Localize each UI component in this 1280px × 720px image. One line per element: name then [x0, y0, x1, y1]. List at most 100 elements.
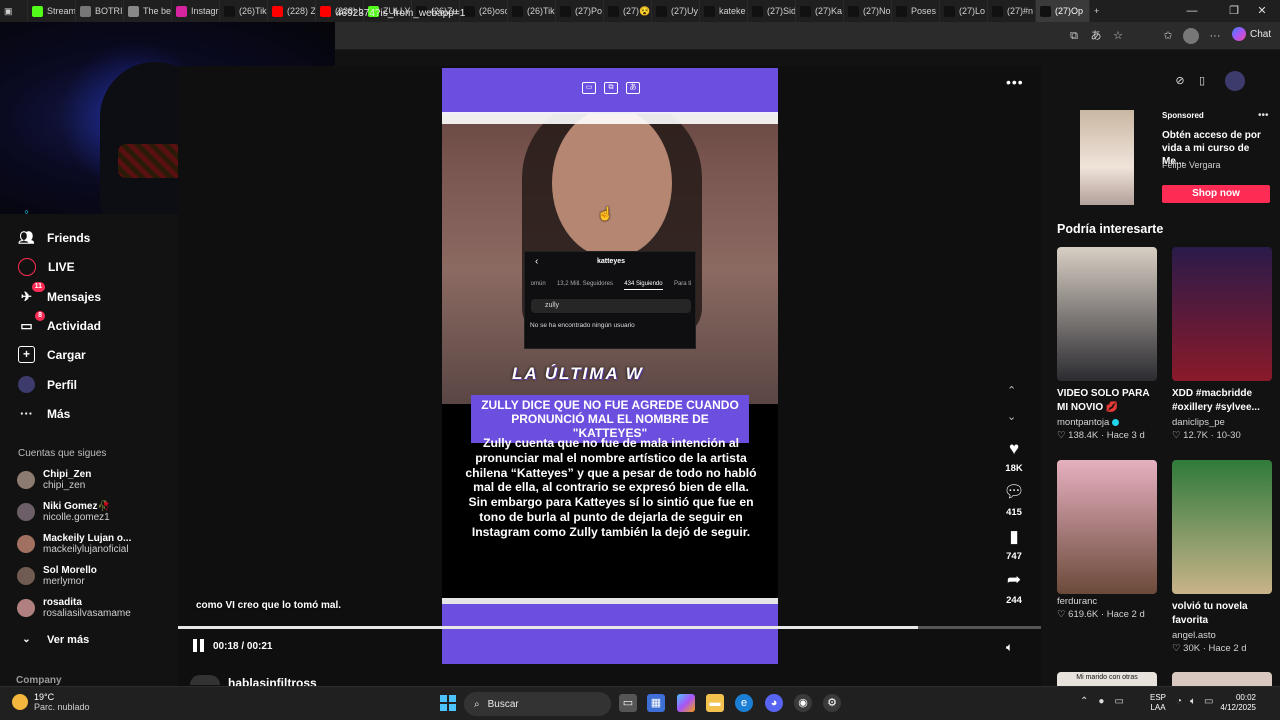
nav-item-activity[interactable]: ▭ 8 Actividad: [18, 311, 101, 334]
bookmark-icon[interactable]: ▮: [1003, 527, 1025, 547]
partial-card-thumb[interactable]: Mi marido con otras: [1057, 672, 1157, 686]
card-author[interactable]: montpantoja: [1057, 417, 1157, 428]
copilot-app-icon[interactable]: [677, 694, 695, 712]
user-avatar[interactable]: [1225, 71, 1245, 91]
start-button[interactable]: [440, 695, 456, 711]
ad-author[interactable]: Felipe Vergara: [1162, 160, 1221, 170]
browser-tab[interactable]: Stream: [28, 0, 76, 22]
ad-thumbnail[interactable]: [1080, 110, 1134, 205]
language-indicator[interactable]: ESP LAA: [1150, 693, 1166, 713]
browser-tab[interactable]: (27)Uy: [652, 0, 700, 22]
next-video-arrow[interactable]: ⌄: [1007, 410, 1016, 423]
card-thumbnail[interactable]: [1172, 247, 1272, 381]
more-options-icon[interactable]: •••: [1006, 74, 1024, 90]
clock[interactable]: 00:02 4/12/2025: [1212, 693, 1256, 713]
browser-tab[interactable]: (27)Sid: [748, 0, 796, 22]
mic-icon[interactable]: ●: [1098, 696, 1104, 707]
card-author[interactable]: ferduranc: [1057, 596, 1157, 607]
browser-tab[interactable]: (27)Ka: [796, 0, 844, 22]
browser-tab[interactable]: (27)Op: [1036, 0, 1090, 22]
weather-widget[interactable]: 19°C Parc. nublado: [12, 692, 90, 712]
following-account[interactable]: Niki Gomez🥀 nicolle.gomez1: [17, 501, 110, 523]
browser-tab[interactable]: The be: [124, 0, 172, 22]
file-explorer-icon[interactable]: ▬: [706, 694, 724, 712]
previous-video-arrow[interactable]: ⌃: [1007, 384, 1016, 397]
open-in-app-icon[interactable]: ⧉: [1066, 28, 1082, 44]
obs-icon[interactable]: ◉: [794, 694, 812, 712]
card-meta: ♡ 619.6K · Hace 2 d: [1057, 609, 1157, 620]
compass-icon[interactable]: ⊘: [1172, 73, 1188, 89]
phone-icon[interactable]: ▯: [1194, 73, 1210, 89]
company-link[interactable]: Company: [16, 675, 62, 686]
url-field[interactable]: 4692374?is_from_webapp=1: [336, 8, 465, 19]
pause-button[interactable]: [193, 639, 207, 653]
next-author-avatar[interactable]: [190, 675, 220, 685]
minimize-window-button[interactable]: —: [1170, 0, 1214, 22]
shop-now-button[interactable]: Shop now: [1162, 185, 1270, 203]
following-account[interactable]: Sol Morello merlymor: [17, 565, 97, 587]
browser-tab[interactable]: (26)Tik: [220, 0, 268, 22]
following-account[interactable]: Chipi_Zen chipi_zen: [17, 469, 91, 491]
ad-more-icon[interactable]: •••: [1258, 110, 1269, 121]
profile-avatar-icon[interactable]: [1183, 28, 1199, 44]
following-account[interactable]: rosadita rosaliasilvasamame: [17, 597, 131, 619]
recommendation-card[interactable]: volvió tu novela favorita angel.asto ♡ 30K…: [1172, 460, 1272, 654]
browser-tab[interactable]: (27)😵: [604, 0, 652, 22]
notification-icon[interactable]: ▭: [1114, 696, 1123, 707]
following-account[interactable]: Mackeily Lujan o... mackeilylujanoficial: [17, 533, 131, 555]
comment-icon[interactable]: 💬︎: [1003, 482, 1025, 502]
card-thumbnail[interactable]: [1172, 460, 1272, 594]
store-icon[interactable]: ▦: [647, 694, 665, 712]
browser-window-menu-icon[interactable]: ▣: [0, 0, 28, 22]
recommendation-card[interactable]: VIDEO SOLO PARA MI NOVIO 💋 montpantoja ♡ 1…: [1057, 247, 1157, 441]
share-arrow-icon[interactable]: ➦: [1003, 570, 1025, 590]
tray-status-icons[interactable]: ◔ 🔈︎ ▭: [1176, 696, 1214, 707]
nav-item-live[interactable]: LIVE: [18, 258, 75, 276]
new-tab-button[interactable]: +: [1090, 0, 1114, 22]
partial-card-thumb[interactable]: [1172, 672, 1272, 686]
card-thumbnail[interactable]: [1057, 460, 1157, 594]
recommendation-card[interactable]: ferduranc ♡ 619.6K · Hace 2 d: [1057, 460, 1157, 620]
copilot-chat-button[interactable]: Chat: [1232, 27, 1271, 41]
mini-player-icon[interactable]: ▭: [582, 82, 596, 94]
video-progress-bar[interactable]: [178, 626, 1041, 629]
browser-tab[interactable]: (26)Tik: [508, 0, 556, 22]
app-icon[interactable]: ⚙: [823, 694, 841, 712]
card-thumbnail[interactable]: [1057, 247, 1157, 381]
browser-tab[interactable]: Poses F: [892, 0, 940, 22]
picture-in-picture-icon[interactable]: ⧉: [604, 82, 618, 94]
nav-item-profile[interactable]: Perfil: [18, 376, 77, 393]
browser-tab[interactable]: Instagr: [172, 0, 220, 22]
browser-tab[interactable]: BOTRIX: [76, 0, 124, 22]
nav-item-friends[interactable]: 👥︎ Friends: [18, 229, 90, 246]
browser-tab[interactable]: (27)Lo: [940, 0, 988, 22]
close-window-button[interactable]: ✕: [1240, 0, 1280, 22]
browser-tab[interactable]: (27)Po: [556, 0, 604, 22]
see-more-link[interactable]: ⌄ Ver más: [18, 631, 89, 648]
taskbar-search[interactable]: ⌕ Buscar: [464, 692, 611, 716]
favorites-icon[interactable]: ✩: [1160, 28, 1176, 44]
card-author[interactable]: angel.asto: [1172, 630, 1272, 641]
nav-item-upload[interactable]: + Cargar: [18, 346, 86, 363]
nav-item-more[interactable]: ··· Más: [18, 405, 70, 422]
nav-item-partial[interactable]: ◦: [18, 206, 35, 216]
chevron-up-icon[interactable]: ⌃: [1080, 696, 1088, 707]
nav-item-messages[interactable]: ✈ 11 Mensajes: [18, 282, 101, 305]
translate-icon[interactable]: あ: [1088, 28, 1104, 44]
video-frame[interactable]: ▭ ⧉ あ ‹ katteyes omún 13,2 Mill. Seguido…: [442, 68, 778, 664]
browser-tab[interactable]: (26)osc: [460, 0, 508, 22]
like-heart-icon[interactable]: ♥: [1003, 439, 1025, 459]
browser-tab[interactable]: (27)No: [844, 0, 892, 22]
discord-icon[interactable]: ◕: [765, 694, 783, 712]
browser-menu-icon[interactable]: ···: [1207, 28, 1223, 44]
recommendation-card[interactable]: XDD #macbridde #oxillery #sylvee... danic…: [1172, 247, 1272, 441]
browser-tab[interactable]: (228) Z: [268, 0, 316, 22]
browser-tab[interactable]: (27)#n: [988, 0, 1036, 22]
translate-video-icon[interactable]: あ: [626, 82, 640, 94]
edge-browser-icon[interactable]: e: [735, 694, 753, 712]
card-author[interactable]: daniclips_pe: [1172, 417, 1272, 428]
bookmark-star-icon[interactable]: ☆: [1110, 28, 1126, 44]
task-view-icon[interactable]: ▭: [619, 694, 637, 712]
browser-tab[interactable]: kateke: [700, 0, 748, 22]
volume-icon[interactable]: 🔈︎: [1006, 640, 1013, 655]
